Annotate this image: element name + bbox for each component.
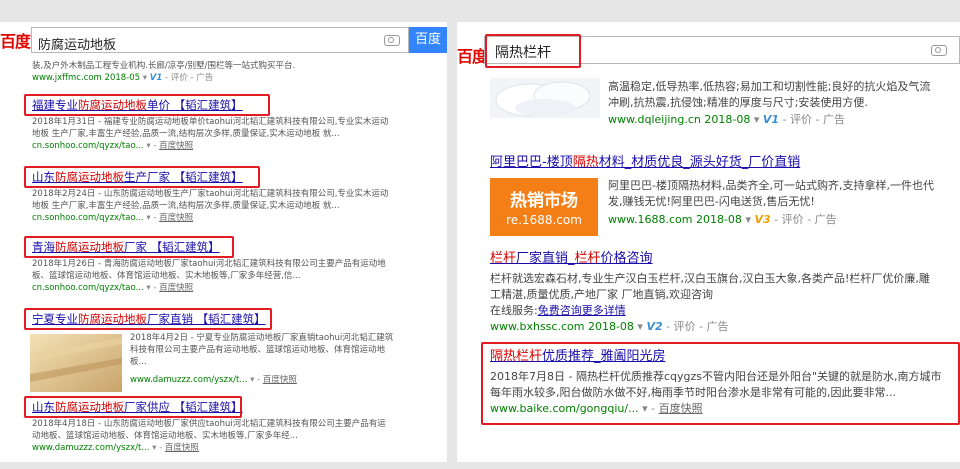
highlight-box xyxy=(24,166,260,188)
result-desc: 2018年1月26日 - 青海防腐运动地板厂家taohui河北韬汇建筑科技有限公… xyxy=(32,259,386,269)
online-link[interactable]: 免费咨询更多详情 xyxy=(538,304,626,317)
title-text: 厂家直销_ xyxy=(516,251,575,266)
ad-date: 2018-05 xyxy=(104,73,141,83)
result-desc: 2018年4月2日 - 宁夏专业防腐运动地板厂家直销taohui河北韬汇建筑 xyxy=(130,333,394,343)
ad-meta: - 评价 - 广告 xyxy=(666,320,729,333)
snapshot-link[interactable]: 百度快照 xyxy=(159,213,193,223)
list-item-body: 2018年4月2日 - 宁夏专业防腐运动地板厂家直销taohui河北韬汇建筑 科… xyxy=(130,333,394,385)
highlight-box xyxy=(481,342,960,425)
result-desc: 科技有限公司主要产品有运动地板、篮球馆运动地板、体育馆运动地 xyxy=(130,345,386,355)
title-text: 阿里巴巴-楼顶 xyxy=(490,155,573,170)
online-label: 在线服务: xyxy=(490,304,538,317)
result-desc: 2018年2月24日 - 山东防腐运动地板生产厂家taohui河北韬汇建筑科技有… xyxy=(32,189,389,199)
result-desc: 地板 生产厂家,丰富生产经验,品质一流,结构层次多样,质量保证,实木运动地板 就… xyxy=(32,129,340,139)
ad-url[interactable]: www.dqleijing.cn xyxy=(608,113,701,126)
v2-badge[interactable]: V2 xyxy=(646,320,662,333)
search-button[interactable]: 百度一 xyxy=(409,27,447,73)
highlight-box xyxy=(485,34,581,68)
v1-badge[interactable]: V1 xyxy=(150,73,163,83)
ad-date: 2018-08 xyxy=(587,320,634,333)
result-desc: 地板 生产厂家,丰富生产经验,品质一流,结构层次多样,质量保证,实木运动地板 就… xyxy=(32,201,340,211)
ad-url-line: www.dqleijing.cn 2018-08 ▾ V1 - 评价 - 广告 xyxy=(608,112,845,128)
ad-desc: 发,赚钱无忧!阿里巴巴-闪电送货,售后无忧! xyxy=(608,195,815,208)
result-url[interactable]: www.damuzzz.com/yszx/t... xyxy=(32,443,149,453)
title-highlight: 栏杆 xyxy=(574,251,601,266)
result-desc: 板... xyxy=(130,357,147,367)
panel-separator xyxy=(447,0,457,469)
ad-result: 栏杆厂家直销_栏杆价格咨询 栏杆就选宏森石材,专业生产汉白玉栏杆,汉白玉旗台,汉… xyxy=(490,250,930,335)
baidu-logo[interactable]: 百度 xyxy=(0,28,31,52)
ad-desc: 工精湛,质量优质,产地厂家 厂地直销,欢迎咨询 xyxy=(490,288,713,301)
snapshot-link[interactable]: 百度快照 xyxy=(165,443,199,453)
dropdown-arrow-icon[interactable]: ▾ xyxy=(146,141,150,151)
snapshot-link[interactable]: 百度快照 xyxy=(263,375,297,385)
dropdown-arrow-icon[interactable]: ▾ xyxy=(146,283,150,293)
ad-url[interactable]: www.1688.com xyxy=(608,213,692,226)
highlight-box xyxy=(24,308,272,330)
dropdown-arrow-icon[interactable]: ▾ xyxy=(745,213,751,226)
ad-meta: - 评价 - 广告 xyxy=(774,213,837,226)
ad-meta: - 评价 - 广告 xyxy=(164,73,214,83)
v3-badge[interactable]: V3 xyxy=(754,213,770,226)
dropdown-arrow-icon[interactable]: ▾ xyxy=(754,113,760,126)
result-url[interactable]: www.damuzzz.com/yszx/t... xyxy=(130,375,247,385)
insulation-product-thumbnail[interactable] xyxy=(490,78,600,118)
thumb-domain: re.1688.com xyxy=(506,213,582,227)
ad-meta: - 评价 - 广告 xyxy=(782,113,846,126)
baidu-logo[interactable]: 百度 xyxy=(457,43,488,67)
ad-result: 高温稳定,低导热率,低热容;易加工和切割性能;良好的抗火焰及气流 冲刷,抗热震,… xyxy=(608,79,930,111)
online-service: 在线服务:免费咨询更多详情 xyxy=(490,303,930,319)
ad-desc: 栏杆就选宏森石材,专业生产汉白玉栏杆,汉白玉旗台,汉白玉大象,各类产品!栏杆厂优… xyxy=(490,272,930,285)
result-desc: 动地板、篮球馆运动地板、体育馆运动地板、实木地板等,厂家多年经... xyxy=(32,431,298,441)
dropdown-arrow-icon[interactable]: ▾ xyxy=(146,213,150,223)
right-search-page: 百度 隔热栏杆 高温稳定,低导热率,低热容;易加工和切割性能;良好的抗火焰及气流… xyxy=(457,22,960,462)
ad-url[interactable]: www.bxhssc.com xyxy=(490,320,584,333)
result-desc: 板、篮球馆运动地板、体育馆运动地板、实木地板等,厂家多年经营,信... xyxy=(32,271,301,281)
ad-result: 阿里巴巴-楼顶隔热材料_材质优良_源头好货_厂价直销 xyxy=(490,154,800,171)
snapshot-link[interactable]: 百度快照 xyxy=(159,141,193,151)
title-highlight: 栏杆 xyxy=(490,251,517,266)
ad-body: 阿里巴巴-楼顶隔热材料,品类齐全,可一站式购齐,支持拿样,一件也代 发,赚钱无忧… xyxy=(608,178,934,228)
thumb-title: 热销市场 xyxy=(510,191,578,211)
highlight-box xyxy=(24,94,270,116)
ad-date: 2018-08 xyxy=(704,113,751,126)
camera-icon[interactable] xyxy=(384,35,400,46)
ad-desc: 冲刷,抗热震,抗侵蚀;精准的厚度与尺寸;安装使用方便. xyxy=(608,96,868,109)
left-search-page: 百度 防腐运动地板 百度一 装,及户外木制品工程专业机构.长廊/凉亭/别墅/围栏… xyxy=(0,22,447,462)
result-desc: 2018年4月18日 - 山东防腐运动地板厂家供应taohui河北韬汇建筑科技有… xyxy=(32,419,386,429)
search-input[interactable]: 防腐运动地板 xyxy=(31,27,409,53)
search-query: 防腐运动地板 xyxy=(38,38,117,53)
ad-desc: 装,及户外木制品工程专业机构.长廊/凉亭/别墅/围栏等一站式购买平台. xyxy=(32,61,296,71)
ad-thumbnail[interactable]: 热销市场 re.1688.com xyxy=(490,178,598,236)
title-text: 材料_材质优良_源头好货_厂价直销 xyxy=(598,155,801,170)
result-desc: 2018年1月31日 - 福建专业防腐运动地板单价taohui河北韬汇建筑科技有… xyxy=(32,117,389,127)
ad-desc: 阿里巴巴-楼顶隔热材料,品类齐全,可一站式购齐,支持拿样,一件也代 xyxy=(608,178,934,194)
snapshot-link[interactable]: 百度快照 xyxy=(159,283,193,293)
result-title[interactable]: 栏杆厂家直销_栏杆价格咨询 xyxy=(490,250,930,267)
result-title[interactable]: 阿里巴巴-楼顶隔热材料_材质优良_源头好货_厂价直销 xyxy=(490,154,800,171)
camera-icon[interactable] xyxy=(931,45,947,56)
highlight-box xyxy=(24,396,242,418)
dropdown-arrow-icon[interactable]: ▾ xyxy=(152,443,156,453)
dropdown-arrow-icon[interactable]: ▾ xyxy=(250,375,254,385)
ad-url[interactable]: www.jxffmc.com xyxy=(32,73,102,83)
ad-result: 装,及户外木制品工程专业机构.长廊/凉亭/别墅/围栏等一站式购买平台. www.… xyxy=(32,60,295,84)
dropdown-arrow-icon[interactable]: ▾ xyxy=(637,320,643,333)
ad-date: 2018-08 xyxy=(695,213,742,226)
result-url[interactable]: cn.sonhoo.com/qyzx/tao... xyxy=(32,213,144,223)
highlight-box xyxy=(24,236,234,258)
dropdown-arrow-icon[interactable]: ▾ xyxy=(143,73,147,83)
ad-desc: 高温稳定,低导热率,低热容;易加工和切割性能;良好的抗火焰及气流 xyxy=(608,80,931,93)
ad-desc-text: 阿里巴巴-楼顶隔热材料,品类齐全,可一站式购齐,支持拿样,一件也代 xyxy=(608,179,934,192)
title-highlight: 隔热 xyxy=(572,155,599,170)
title-text: 价格咨询 xyxy=(600,251,653,266)
result-url[interactable]: cn.sonhoo.com/qyzx/tao... xyxy=(32,141,144,151)
v1-badge[interactable]: V1 xyxy=(763,113,779,126)
result-url[interactable]: cn.sonhoo.com/qyzx/tao... xyxy=(32,283,144,293)
wood-floor-thumbnail[interactable] xyxy=(30,334,122,392)
